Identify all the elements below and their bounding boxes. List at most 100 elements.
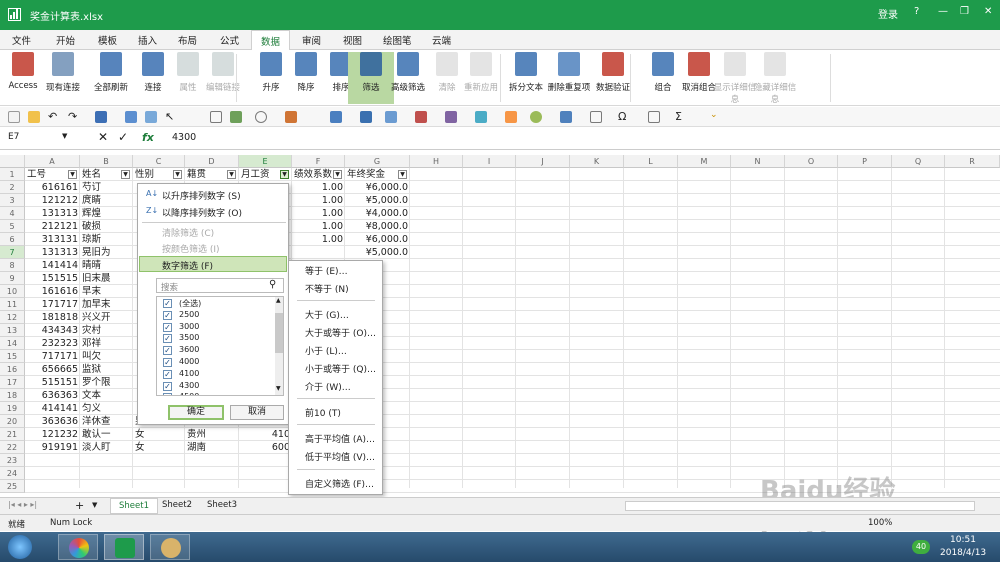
tab-file[interactable]: 文件 (12, 33, 31, 47)
row-header[interactable]: 15 (0, 350, 25, 363)
restore-icon[interactable]: ❐ (960, 6, 969, 17)
table-cell[interactable]: 湖南 (187, 441, 237, 454)
scrollbar-thumb[interactable] (275, 313, 283, 353)
table-cell[interactable]: 贵州 (187, 428, 237, 441)
tray-badge[interactable]: 40 (912, 540, 930, 554)
table-cell[interactable]: 兴义开 (82, 311, 131, 324)
row-header[interactable]: 4 (0, 207, 25, 220)
print-icon[interactable] (125, 111, 137, 123)
table-cell[interactable]: ¥5,000.0 (347, 246, 408, 259)
column-header[interactable]: O (785, 155, 838, 168)
table-cell[interactable]: 616161 (27, 181, 78, 194)
ribbon-button[interactable]: 现有连接 (40, 52, 86, 93)
table-cell[interactable]: 313131 (27, 233, 78, 246)
row-header[interactable]: 1 (0, 168, 25, 181)
table-cell[interactable]: 罗个限 (82, 376, 131, 389)
table-cell[interactable]: 363636 (27, 415, 78, 428)
table-cell[interactable]: 212121 (27, 220, 78, 233)
open-icon[interactable] (28, 111, 40, 123)
area-chart-icon[interactable] (415, 111, 427, 123)
ribbon-button[interactable]: 隐藏详细信息 (752, 52, 798, 105)
header-cell[interactable]: 籍贯 (187, 168, 227, 181)
table-cell[interactable]: 1.00 (294, 194, 343, 207)
filter-dropdown-icon[interactable]: ▼ (68, 170, 77, 179)
row-header[interactable]: 16 (0, 363, 25, 376)
clear-filter-item[interactable]: 清除筛选 (C) (162, 226, 214, 239)
row-header[interactable]: 11 (0, 298, 25, 311)
filter-search-input[interactable]: 搜索 ⚲ (156, 278, 284, 293)
new-icon[interactable] (8, 111, 20, 123)
row-header[interactable]: 22 (0, 441, 25, 454)
row-header[interactable]: 23 (0, 454, 25, 467)
header-cell[interactable]: 年终奖金 (347, 168, 398, 181)
column-header[interactable]: I (463, 155, 516, 168)
filter-checkbox[interactable]: ✓ (163, 393, 172, 395)
header-cell[interactable]: 月工资 (241, 168, 280, 181)
textbox-icon[interactable] (590, 111, 602, 123)
table-cell[interactable]: 717171 (27, 350, 78, 363)
table-cell[interactable]: 女 (135, 441, 183, 454)
object-icon[interactable] (648, 111, 660, 123)
row-header[interactable]: 25 (0, 480, 25, 493)
table-cell[interactable]: ¥4,000.0 (347, 207, 408, 220)
cancel-icon[interactable]: ✕ (98, 130, 108, 144)
column-header[interactable]: L (624, 155, 678, 168)
column-header[interactable]: H (410, 155, 463, 168)
function-icon[interactable]: fx (142, 131, 154, 144)
tab-data[interactable]: 数据 (251, 30, 291, 50)
column-header[interactable]: E (239, 155, 292, 168)
sheet-tab-1[interactable]: Sheet1 (110, 498, 158, 514)
scatter-chart-icon[interactable] (445, 111, 457, 123)
row-header[interactable]: 2 (0, 181, 25, 194)
ribbon-button[interactable]: 编辑链接 (200, 52, 246, 93)
tab-review[interactable]: 审阅 (302, 33, 321, 47)
table-cell[interactable]: 515151 (27, 376, 78, 389)
table-cell[interactable] (294, 246, 343, 259)
customize-icon[interactable]: ⌄ (710, 110, 722, 122)
column-header[interactable]: C (133, 155, 185, 168)
table-cell[interactable]: 636363 (27, 389, 78, 402)
login-link[interactable]: 登录 (878, 6, 898, 21)
pie-chart-icon[interactable] (530, 111, 542, 123)
table-cell[interactable]: 旧末晨 (82, 272, 131, 285)
table-cell[interactable]: 1.00 (294, 233, 343, 246)
table-cell[interactable]: ¥5,000.0 (347, 194, 408, 207)
column-header[interactable]: P (838, 155, 892, 168)
scrollbar[interactable]: ▲ ▼ (275, 297, 283, 395)
surface-chart-icon[interactable] (505, 111, 517, 123)
table-cell[interactable]: 早末 (82, 285, 131, 298)
save-icon[interactable] (95, 111, 107, 123)
table-icon[interactable] (210, 111, 222, 123)
number-filter-option[interactable]: 等于 (E)… (305, 264, 348, 277)
ribbon-button[interactable]: 重新应用 (458, 52, 504, 93)
table-cell[interactable]: 161616 (27, 285, 78, 298)
number-filter-option[interactable]: 不等于 (N) (305, 282, 349, 295)
table-cell[interactable]: 辉煌 (82, 207, 131, 220)
tab-template[interactable]: 模板 (98, 33, 117, 47)
row-header[interactable]: 24 (0, 467, 25, 480)
table-cell[interactable]: 匀义 (82, 402, 131, 415)
tab-formulas[interactable]: 公式 (220, 33, 239, 47)
number-filter-item[interactable]: 数字筛选 (F) (139, 256, 287, 272)
table-cell[interactable]: 文本 (82, 389, 131, 402)
row-header[interactable]: 8 (0, 259, 25, 272)
column-header[interactable]: M (678, 155, 731, 168)
header-cell[interactable]: 姓名 (82, 168, 121, 181)
filter-checkbox[interactable]: ✓ (163, 358, 172, 367)
scroll-down-icon[interactable]: ▼ (276, 385, 281, 392)
table-cell[interactable]: ¥8,000.0 (347, 220, 408, 233)
filter-checkbox[interactable]: ✓ (163, 299, 172, 308)
sum-icon[interactable]: Σ (675, 110, 687, 123)
tab-view[interactable]: 视图 (343, 33, 362, 47)
close-icon[interactable]: ✕ (984, 6, 992, 17)
table-cell[interactable]: 叫欠 (82, 350, 131, 363)
header-cell[interactable]: 性别 (135, 168, 173, 181)
name-box-dropdown-icon[interactable]: ▼ (62, 132, 67, 140)
filter-by-color-item[interactable]: 按颜色筛选 (I) (162, 242, 220, 255)
table-cell[interactable]: 邓祥 (82, 337, 131, 350)
table-cell[interactable]: 410 (241, 428, 290, 441)
column-header[interactable]: G (345, 155, 410, 168)
taskbar-app-3[interactable] (150, 534, 190, 560)
row-header[interactable]: 20 (0, 415, 25, 428)
row-header[interactable]: 18 (0, 389, 25, 402)
